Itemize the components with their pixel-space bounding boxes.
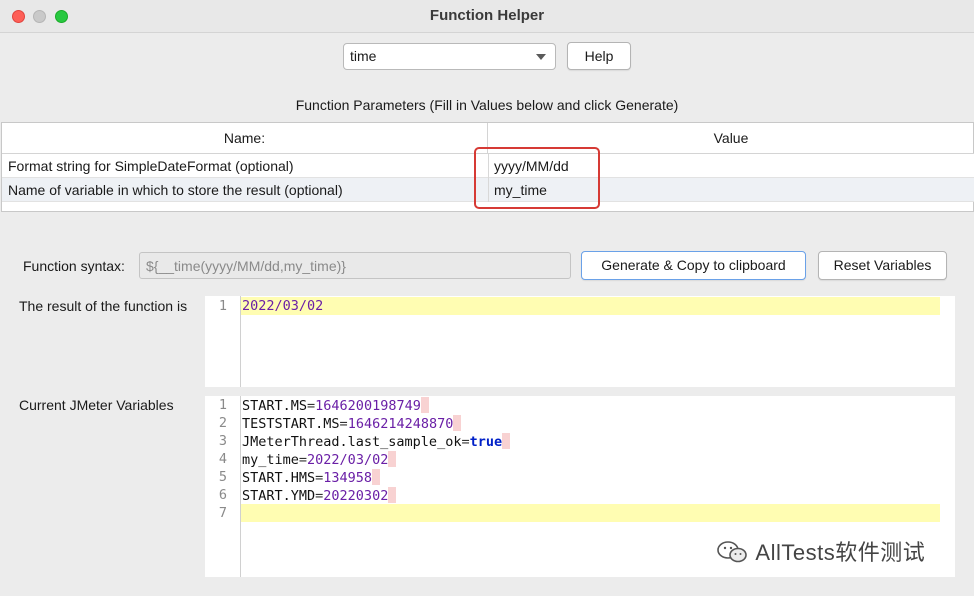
equals-sign: = (307, 398, 316, 414)
function-select[interactable]: time (343, 43, 556, 70)
line-number: 1 (218, 298, 227, 314)
variable-value: 2022/03/02 (307, 452, 389, 468)
variable-key: START.HMS (242, 470, 316, 486)
variable-value: 134958 (323, 470, 373, 486)
line-number: 7 (218, 505, 227, 521)
param-name: Format string for SimpleDateFormat (opti… (8, 158, 294, 174)
line-number: 5 (218, 469, 227, 485)
function-syntax-field[interactable]: ${__time(yyyy/MM/dd,my_time)} (139, 252, 571, 279)
param-name: Name of variable in which to store the r… (8, 182, 343, 198)
trailing-whitespace-marker (372, 469, 381, 485)
variable-key: START.MS (242, 398, 308, 414)
result-editor[interactable]: 1 2022/03/02 (205, 296, 955, 387)
function-syntax-label: Function syntax: (23, 258, 125, 274)
trailing-whitespace-marker (502, 433, 511, 449)
line-number: 4 (218, 451, 227, 467)
variable-key: START.YMD (242, 488, 316, 504)
variable-key: my_time (242, 452, 299, 468)
variable-key: JMeterThread.last_sample_ok (242, 434, 462, 450)
trailing-whitespace-marker (420, 397, 429, 413)
generate-copy-button[interactable]: Generate & Copy to clipboard (581, 251, 806, 280)
equals-sign: = (298, 452, 308, 468)
equals-sign: = (339, 416, 348, 432)
line-number: 1 (218, 397, 227, 413)
reset-variables-button[interactable]: Reset Variables (818, 251, 947, 280)
line-number: 2 (218, 415, 227, 431)
variable-key: TESTSTART.MS (242, 416, 340, 432)
function-select-value: time (350, 48, 377, 64)
result-label: The result of the function is (19, 298, 188, 314)
variable-value: 20220302 (323, 488, 389, 504)
line-number: 6 (218, 487, 227, 503)
parameters-caption: Function Parameters (Fill in Values belo… (295, 97, 679, 113)
wechat-icon (716, 541, 750, 563)
editor-line: 3 JMeterThread.last_sample_ok=true (205, 432, 955, 450)
current-line-highlight (241, 297, 940, 315)
editor-line: 1 2022/03/02 (205, 297, 955, 315)
editor-line: 4 my_time=2022/03/02 (205, 450, 955, 468)
watermark: AllTests软件测试 (716, 535, 925, 567)
variables-label: Current JMeter Variables (19, 397, 174, 413)
title-bar: Function Helper (0, 0, 974, 33)
annotation-highlight-box (474, 147, 600, 209)
result-value: 2022/03/02 (242, 298, 324, 314)
line-number: 3 (218, 433, 227, 449)
trailing-whitespace-marker (388, 487, 397, 503)
editor-line: 7 (205, 504, 955, 522)
editor-line: 5 START.HMS=134958 (205, 468, 955, 486)
window-title: Function Helper (429, 7, 545, 24)
variable-value: true (469, 434, 503, 450)
watermark-text: AllTests软件测试 (755, 540, 926, 565)
editor-line: 1 START.MS=1646200198749 (205, 396, 955, 414)
editor-line: 6 START.YMD=20220302 (205, 486, 955, 504)
variable-value: 1646200198749 (315, 398, 421, 414)
editor-line: 2 TESTSTART.MS=1646214248870 (205, 414, 955, 432)
variable-value: 1646214248870 (347, 416, 454, 432)
current-line-highlight (241, 504, 940, 522)
help-button[interactable]: Help (567, 42, 631, 70)
equals-sign: = (461, 434, 470, 450)
trailing-whitespace-marker (388, 451, 397, 467)
trailing-whitespace-marker (453, 415, 462, 431)
chevron-down-icon (536, 54, 546, 60)
column-header-name: Name: (2, 123, 488, 154)
